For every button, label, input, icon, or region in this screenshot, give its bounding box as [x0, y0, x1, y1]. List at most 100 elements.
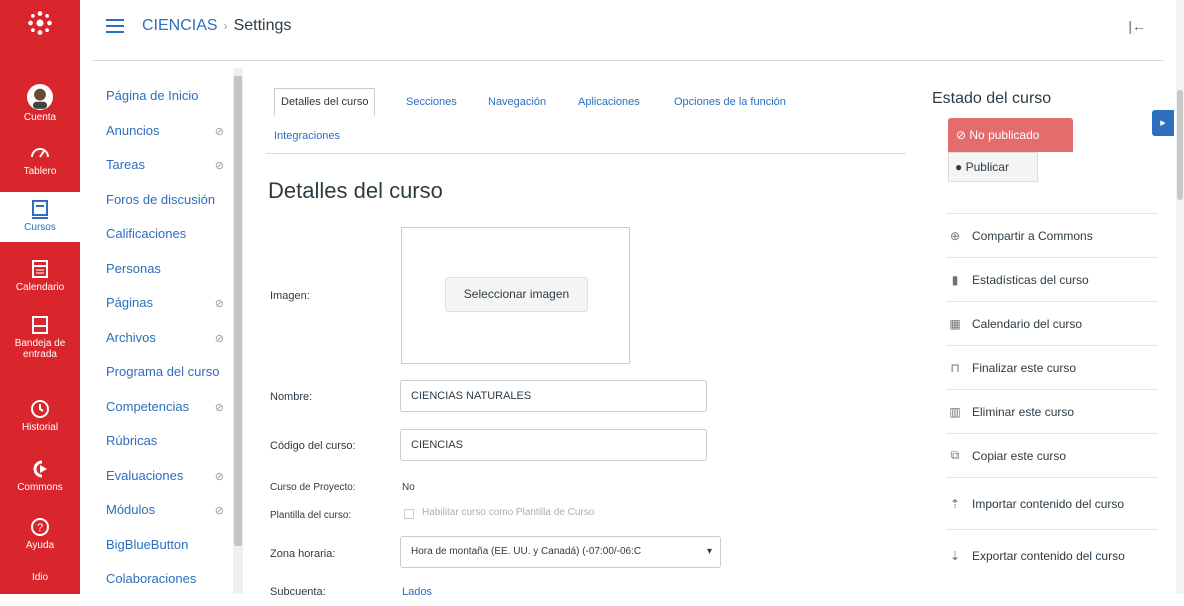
import-icon: ⇡	[949, 496, 961, 511]
settings-tabs: Detalles del curso Secciones Navegación …	[266, 88, 906, 154]
course-nav-item[interactable]: Competencias ⊘	[106, 399, 226, 434]
hidden-eye-icon: ⊘	[214, 470, 224, 483]
action-course-stats[interactable]: ▮ Estadísticas del curso	[946, 257, 1158, 301]
breadcrumb: CIENCIAS › Settings	[106, 17, 291, 35]
user-avatar-icon	[27, 84, 53, 110]
course-status-title: Estado del curso	[932, 90, 1052, 107]
plantilla-checkbox-label: Habilitar curso como Plantilla de Curso	[422, 507, 595, 518]
course-nav-item[interactable]: BigBlueButton	[106, 537, 226, 572]
dashboard-icon	[31, 148, 49, 158]
publish-button[interactable]: ● Publicar	[948, 152, 1038, 182]
plantilla-checkbox[interactable]	[404, 509, 414, 519]
global-nav-dashboard[interactable]: Tablero	[0, 142, 80, 177]
plantilla-label: Plantilla del curso:	[270, 510, 352, 521]
trash-icon: ▥	[949, 404, 961, 419]
breadcrumb-course-link[interactable]: CIENCIAS	[142, 17, 218, 35]
zona-label: Zona horaria:	[270, 548, 336, 560]
imagen-label: Imagen:	[270, 290, 310, 302]
course-nav-item[interactable]: Páginas ⊘	[106, 295, 226, 330]
global-nav-account[interactable]: Cuenta	[0, 84, 80, 123]
action-course-calendar[interactable]: ▦ Calendario del curso	[946, 301, 1158, 345]
select-image-button[interactable]: Seleccionar imagen	[445, 277, 588, 312]
page-scrollbar[interactable]	[1176, 0, 1184, 594]
course-nav-item[interactable]: Evaluaciones ⊘	[106, 468, 226, 503]
global-nav-courses[interactable]: Cursos	[0, 192, 80, 242]
action-share-commons[interactable]: ⊕ Compartir a Commons	[946, 213, 1158, 257]
tab-aplicaciones[interactable]: Aplicaciones	[578, 96, 640, 108]
tab-integraciones[interactable]: Integraciones	[274, 130, 340, 142]
hidden-eye-icon: ⊘	[214, 505, 224, 517]
hamburger-menu-icon[interactable]	[106, 19, 124, 33]
course-nav-item[interactable]: Archivos ⊘	[106, 330, 226, 365]
course-nav-item[interactable]: Rúbricas	[106, 433, 226, 468]
nombre-input[interactable]: CIENCIAS NATURALES	[400, 380, 707, 412]
global-nav-inbox[interactable]: Bandeja de entrada	[0, 314, 80, 360]
unpublished-icon: ⊘	[956, 128, 970, 142]
action-copy-course[interactable]: ⧉ Copiar este curso	[946, 433, 1158, 477]
course-nav-item[interactable]: Programa del curso	[106, 364, 226, 399]
codigo-label: Código del curso:	[270, 440, 356, 452]
tab-detalles[interactable]: Detalles del curso	[274, 88, 376, 116]
history-icon	[31, 400, 49, 418]
global-nav: Cuenta Tablero Cursos Calendario Bandeja…	[0, 0, 80, 594]
nombre-label: Nombre:	[270, 391, 313, 403]
course-nav-scrollbar[interactable]	[233, 68, 243, 594]
page-title: Detalles del curso	[268, 178, 443, 203]
scrollbar-thumb[interactable]	[234, 76, 242, 546]
svg-text:?: ?	[37, 522, 43, 534]
hidden-eye-icon: ⊘	[214, 125, 224, 138]
help-icon: ?	[31, 518, 49, 536]
tab-opciones[interactable]: Opciones de la función	[674, 96, 786, 108]
global-nav-language[interactable]: Idio	[0, 572, 80, 583]
course-nav-item[interactable]: Colaboraciones	[106, 571, 226, 606]
subcuenta-link[interactable]: Lados	[402, 586, 432, 598]
inbox-icon	[32, 316, 48, 334]
bar-chart-icon: ▮	[951, 272, 959, 287]
breadcrumb-separator: ›	[223, 19, 228, 33]
hidden-eye-icon: ⊘	[214, 332, 224, 345]
course-nav-item[interactable]: Anuncios ⊘	[106, 123, 226, 158]
global-nav-calendar[interactable]: Calendario	[0, 258, 80, 293]
tab-navegacion[interactable]: Navegación	[488, 96, 546, 108]
chevron-down-icon: ▾	[706, 546, 712, 557]
course-nav-item[interactable]: Personas	[106, 261, 226, 296]
canvas-logo-icon[interactable]	[0, 10, 80, 38]
proyecto-value: No	[402, 482, 415, 493]
action-import-content[interactable]: ⇡ Importar contenido del curso	[946, 477, 1158, 529]
course-status-panel: Estado del curso ⊘ No publicado ● Public…	[932, 90, 1158, 563]
zona-select[interactable]: Hora de montaña (EE. UU. y Canadá) (-07:…	[400, 536, 721, 568]
hidden-eye-icon: ⊘	[214, 401, 224, 414]
course-nav: Página de Inicio Anuncios ⊘ Tareas ⊘ Foros…	[106, 88, 226, 606]
action-delete-course[interactable]: ▥ Eliminar este curso	[946, 389, 1158, 433]
action-export-content[interactable]: ⇣ Exportar contenido del curso	[946, 529, 1158, 581]
subcuenta-label: Subcuenta:	[270, 586, 326, 598]
image-upload-area[interactable]: Seleccionar imagen	[401, 227, 630, 364]
courses-icon	[32, 200, 48, 219]
copy-icon: ⧉	[950, 448, 960, 462]
action-conclude-course[interactable]: ⊓ Finalizar este curso	[946, 345, 1158, 389]
course-nav-item[interactable]: Página de Inicio	[106, 88, 226, 123]
lock-icon: ⊓	[950, 360, 960, 375]
header-divider	[92, 60, 1164, 61]
codigo-input[interactable]: CIENCIAS	[400, 429, 707, 461]
course-nav-item[interactable]: Foros de discusión	[106, 192, 226, 227]
global-nav-history[interactable]: Historial	[0, 398, 80, 433]
breadcrumb-current: Settings	[233, 17, 292, 34]
check-circle-icon: ●	[955, 160, 966, 174]
hidden-eye-icon: ⊘	[214, 160, 224, 172]
calendar-icon: ▦	[949, 316, 961, 331]
hidden-eye-icon: ⊘	[214, 298, 224, 310]
unpublished-button[interactable]: ⊘ No publicado	[948, 118, 1073, 152]
global-nav-help[interactable]: ? Ayuda	[0, 516, 80, 551]
export-icon: ⇣	[949, 548, 961, 563]
collapse-sidebar-icon[interactable]: |←	[1128, 18, 1146, 34]
tab-secciones[interactable]: Secciones	[406, 96, 457, 108]
calendar-icon	[32, 260, 48, 278]
course-nav-item[interactable]: Calificaciones	[106, 226, 226, 261]
global-nav-commons[interactable]: Commons	[0, 458, 80, 493]
course-actions-list: ⊕ Compartir a Commons ▮ Estadísticas del c…	[946, 213, 1158, 581]
scrollbar-thumb[interactable]	[1177, 90, 1183, 200]
course-nav-item[interactable]: Tareas ⊘	[106, 157, 226, 192]
toggle-panel-button[interactable]: ▸	[1152, 110, 1174, 136]
course-nav-item[interactable]: Módulos ⊘	[106, 502, 226, 537]
